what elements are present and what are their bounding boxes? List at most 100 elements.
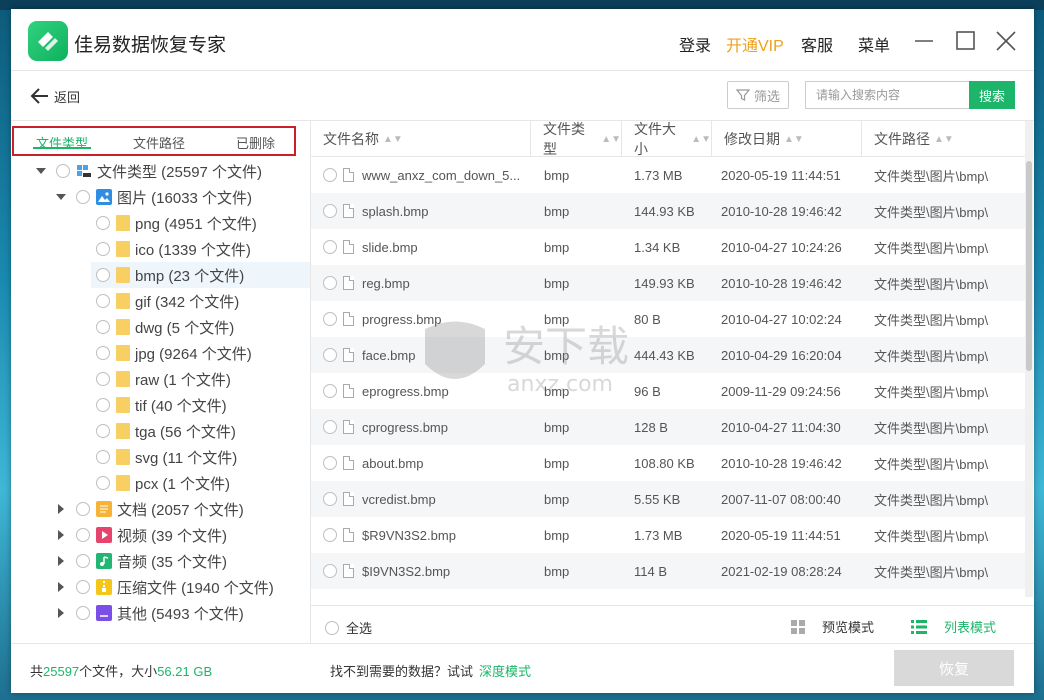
tree-item-videos[interactable]: 视频 (39 个文件)	[56, 522, 227, 548]
folder-icon	[116, 449, 130, 465]
column-label: 文件大小	[634, 121, 676, 157]
select-all-radio[interactable]	[325, 620, 339, 635]
table-row[interactable]: cprogress.bmp bmp 128 B 2010-04-27 11:04:30…	[311, 409, 1026, 445]
list-mode-button[interactable]: 列表模式	[910, 617, 996, 636]
tree-radio[interactable]	[76, 502, 90, 516]
tab-file-type[interactable]: 文件类型	[36, 133, 88, 152]
tree-item-jpg[interactable]: jpg (9264 个文件)	[96, 340, 252, 366]
tab-file-path[interactable]: 文件路径	[133, 133, 185, 152]
table-row[interactable]: $I9VN3S2.bmp bmp 114 B 2021-02-19 08:28:24 文…	[311, 553, 1026, 589]
search-button[interactable]: 搜索	[969, 81, 1015, 109]
column-header-path[interactable]: 文件路径 ▲▼	[862, 121, 1026, 157]
tree-radio[interactable]	[96, 450, 110, 464]
table-row[interactable]: vcredist.bmp bmp 5.55 KB 2007-11-07 08:00:4…	[311, 481, 1026, 517]
row-radio[interactable]	[323, 384, 337, 398]
tree-radio[interactable]	[96, 268, 110, 282]
filter-button[interactable]: 筛选	[727, 81, 789, 109]
tree-radio[interactable]	[96, 242, 110, 256]
tree-radio[interactable]	[76, 554, 90, 568]
cell-date: 2010-04-29 16:20:04	[721, 347, 842, 363]
row-radio[interactable]	[323, 564, 337, 578]
tab-deleted[interactable]: 已删除	[236, 133, 275, 152]
tree-radio[interactable]	[76, 580, 90, 594]
tree-item-audio[interactable]: 音频 (35 个文件)	[56, 548, 227, 574]
tree-radio[interactable]	[96, 346, 110, 360]
scrollbar-thumb[interactable]	[1026, 161, 1032, 371]
service-link[interactable]: 客服	[801, 32, 833, 56]
minimize-icon[interactable]	[912, 29, 936, 53]
tree-item-png[interactable]: png (4951 个文件)	[96, 210, 257, 236]
tree-item-archives[interactable]: 压缩文件 (1940 个文件)	[56, 574, 274, 600]
tree-item-raw[interactable]: raw (1 个文件)	[96, 366, 231, 392]
tree-item-images[interactable]: 图片 (16033 个文件)	[56, 184, 252, 210]
file-name: eprogress.bmp	[362, 383, 449, 399]
tree-radio[interactable]	[76, 528, 90, 542]
search-input[interactable]	[805, 81, 970, 109]
cell-name: slide.bmp	[323, 229, 531, 265]
maximize-icon[interactable]	[953, 29, 977, 53]
tree-radio[interactable]	[96, 424, 110, 438]
tree-item-dwg[interactable]: dwg (5 个文件)	[96, 314, 234, 340]
tree-item-tga[interactable]: tga (56 个文件)	[96, 418, 236, 444]
column-header-name[interactable]: 文件名称 ▲▼	[311, 121, 531, 157]
row-radio[interactable]	[323, 276, 337, 290]
row-radio[interactable]	[323, 420, 337, 434]
table-row[interactable]: reg.bmp bmp 149.93 KB 2010-10-28 19:46:42 文件…	[311, 265, 1026, 301]
preview-mode-button[interactable]: 预览模式	[790, 617, 874, 636]
menu-link[interactable]: 菜单	[858, 32, 890, 56]
file-icon	[343, 564, 354, 578]
table-row[interactable]: splash.bmp bmp 144.93 KB 2010-10-28 19:46:4…	[311, 193, 1026, 229]
row-radio[interactable]	[323, 528, 337, 542]
tree-radio[interactable]	[96, 398, 110, 412]
table-row[interactable]: about.bmp bmp 108.80 KB 2010-10-28 19:46:42…	[311, 445, 1026, 481]
table-row[interactable]: face.bmp bmp 444.43 KB 2010-04-29 16:20:04 文…	[311, 337, 1026, 373]
tree-item-documents[interactable]: 文档 (2057 个文件)	[56, 496, 244, 522]
cell-size: 114 B	[634, 563, 668, 579]
column-header-date[interactable]: 修改日期 ▲▼	[712, 121, 862, 157]
login-link[interactable]: 登录	[679, 32, 711, 56]
recover-button[interactable]: 恢复	[894, 650, 1014, 686]
row-radio[interactable]	[323, 456, 337, 470]
tree-radio[interactable]	[56, 164, 70, 178]
row-radio[interactable]	[323, 204, 337, 218]
column-header-size[interactable]: 文件大小 ▲▼	[622, 121, 712, 157]
row-radio[interactable]	[323, 348, 337, 362]
table-row[interactable]: www_anxz_com_down_5... bmp 1.73 MB 2020-05-…	[311, 157, 1026, 193]
tree-item-svg[interactable]: svg (11 个文件)	[96, 444, 237, 470]
tree-radio[interactable]	[96, 320, 110, 334]
deep-mode-link[interactable]: 深度模式	[479, 664, 531, 679]
tree-radio[interactable]	[96, 216, 110, 230]
tree-item-ico[interactable]: ico (1339 个文件)	[96, 236, 251, 262]
total-size: 56.21 GB	[157, 664, 213, 679]
tree-item-other[interactable]: 其他 (5493 个文件)	[56, 600, 244, 626]
tree-radio[interactable]	[96, 476, 110, 490]
tree-item-bmp[interactable]: bmp (23 个文件)	[91, 262, 310, 288]
table-row[interactable]: progress.bmp bmp 80 B 2010-04-27 10:02:24 文件…	[311, 301, 1026, 337]
tree-item-root[interactable]: 文件类型 (25597 个文件)	[36, 158, 262, 184]
tree-radio[interactable]	[96, 294, 110, 308]
row-radio[interactable]	[323, 168, 337, 182]
cell-path: 文件类型\图片\bmp\	[874, 492, 989, 508]
tree-item-gif[interactable]: gif (342 个文件)	[96, 288, 239, 314]
table-row[interactable]: slide.bmp bmp 1.34 KB 2010-04-27 10:24:26 文件…	[311, 229, 1026, 265]
select-all-checkbox[interactable]: 全选	[325, 618, 372, 637]
tree-radio[interactable]	[96, 372, 110, 386]
vip-link[interactable]: 开通VIP	[726, 32, 784, 56]
tree-radio[interactable]	[76, 190, 90, 204]
row-radio[interactable]	[323, 240, 337, 254]
column-label: 修改日期	[724, 131, 780, 147]
tree-radio[interactable]	[76, 606, 90, 620]
row-radio[interactable]	[323, 312, 337, 326]
table-row[interactable]: eprogress.bmp bmp 96 B 2009-11-29 09:24:56 文…	[311, 373, 1026, 409]
vertical-scrollbar[interactable]	[1025, 121, 1033, 597]
back-button[interactable]: 返回	[30, 85, 80, 107]
column-label: 文件名称	[323, 131, 379, 147]
folder-icon	[116, 241, 130, 257]
tree-item-pcx[interactable]: pcx (1 个文件)	[96, 470, 230, 496]
tree-item-tif[interactable]: tif (40 个文件)	[96, 392, 227, 418]
row-radio[interactable]	[323, 492, 337, 506]
column-header-type[interactable]: 文件类型 ▲▼	[531, 121, 622, 157]
close-icon[interactable]	[994, 29, 1018, 53]
file-table-body: www_anxz_com_down_5... bmp 1.73 MB 2020-05-…	[311, 157, 1026, 597]
table-row[interactable]: $R9VN3S2.bmp bmp 1.73 MB 2020-05-19 11:44:5…	[311, 517, 1026, 553]
